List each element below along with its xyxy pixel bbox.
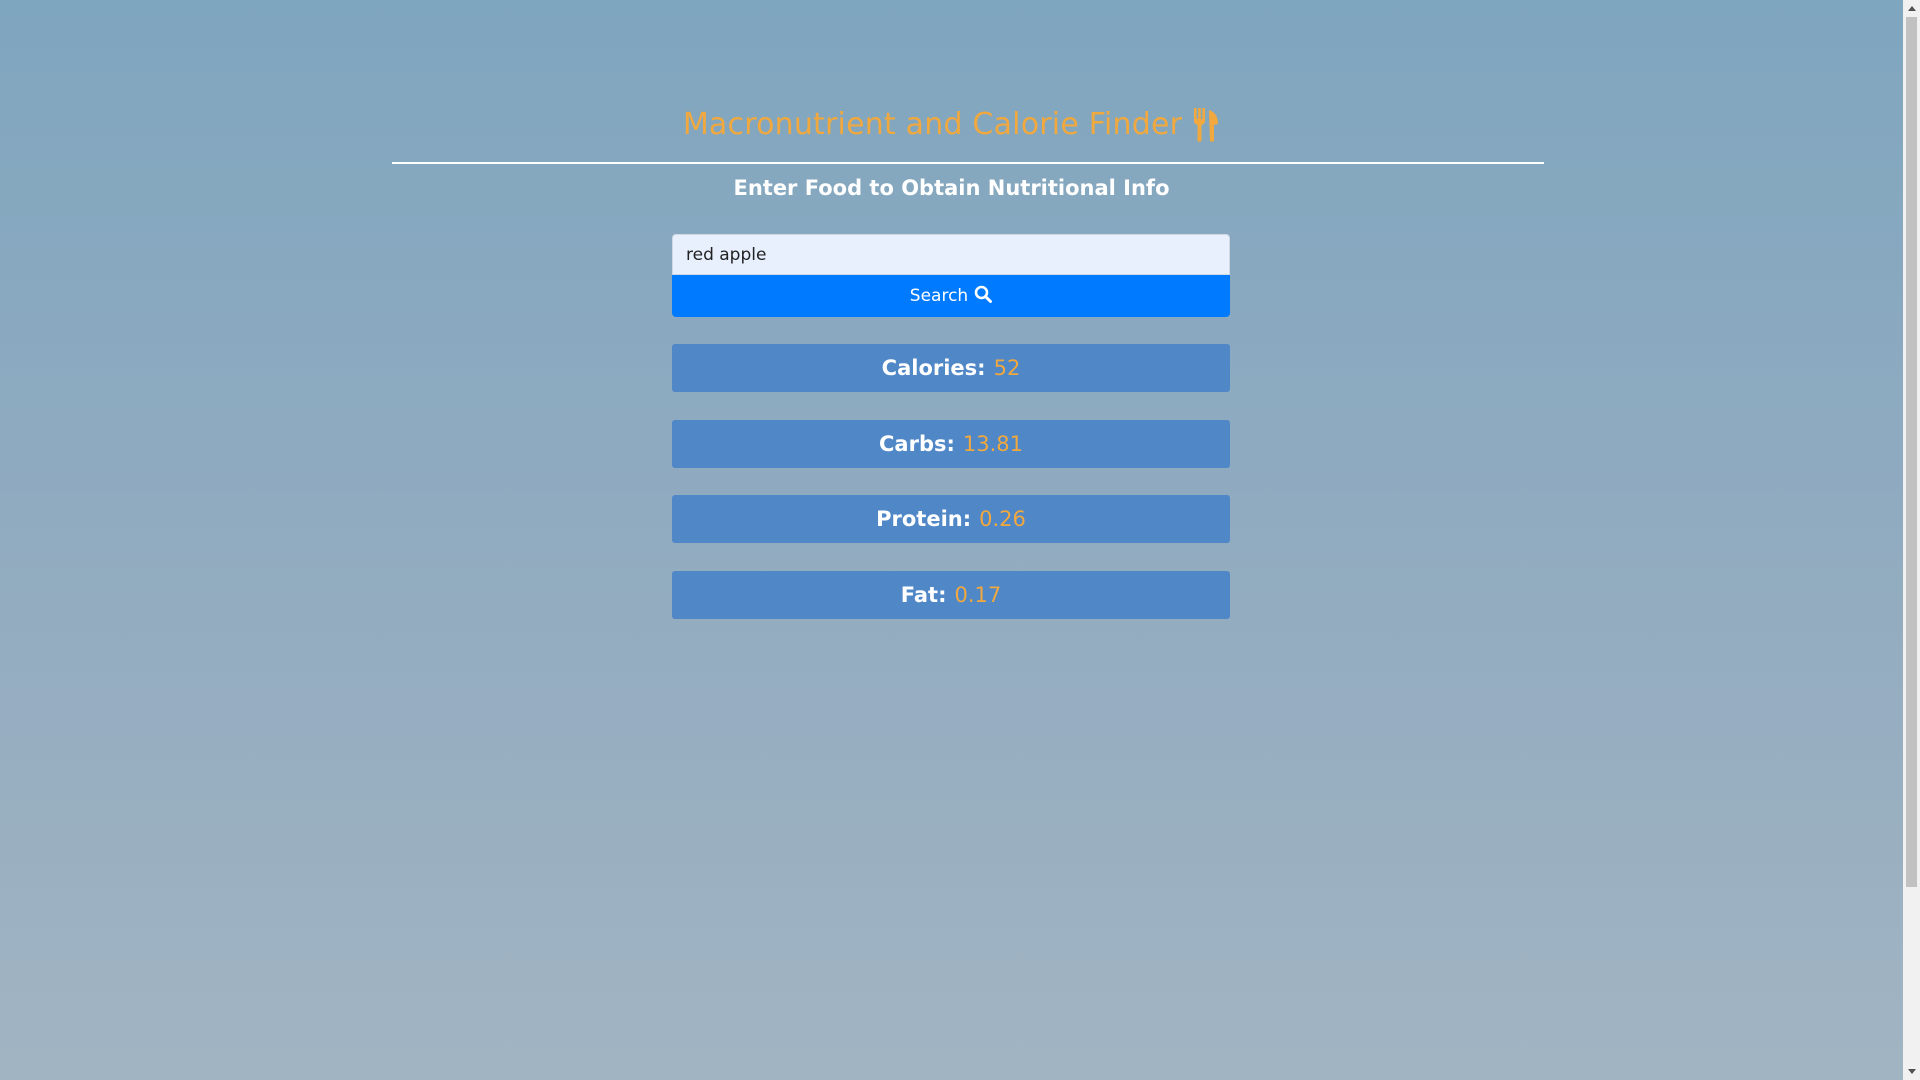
carbs-value: 13.81	[962, 432, 1023, 456]
calories-label: Calories:	[881, 356, 986, 380]
page-background: Macronutrient and Calorie Finder Enter F…	[0, 0, 1903, 1080]
search-button[interactable]: Search	[672, 275, 1230, 317]
protein-value: 0.26	[979, 507, 1026, 531]
title-divider	[392, 162, 1544, 164]
page-title-text: Macronutrient and Calorie Finder	[682, 107, 1183, 142]
scrollbar-thumb[interactable]	[1906, 17, 1917, 887]
fat-result: Fat: 0.17	[672, 571, 1230, 619]
carbs-result: Carbs: 13.81	[672, 420, 1230, 468]
fat-value: 0.17	[954, 583, 1002, 607]
carbs-label: Carbs:	[879, 432, 955, 456]
calories-value: 52	[993, 356, 1021, 380]
scroll-down-arrow-icon[interactable]	[1903, 1063, 1920, 1080]
protein-result: Protein: 0.26	[672, 495, 1230, 543]
search-button-label: Search	[909, 286, 969, 306]
page-title: Macronutrient and Calorie Finder	[0, 107, 1903, 142]
vertical-scrollbar[interactable]	[1903, 0, 1920, 1080]
page-subtitle: Enter Food to Obtain Nutritional Info	[733, 176, 1170, 200]
scroll-up-arrow-icon[interactable]	[1903, 0, 1920, 17]
search-icon	[974, 285, 993, 308]
calories-result: Calories: 52	[672, 344, 1230, 392]
food-search-input[interactable]	[672, 234, 1230, 275]
utensils-icon	[1192, 107, 1220, 142]
fat-label: Fat:	[900, 583, 947, 607]
protein-label: Protein:	[876, 507, 972, 531]
